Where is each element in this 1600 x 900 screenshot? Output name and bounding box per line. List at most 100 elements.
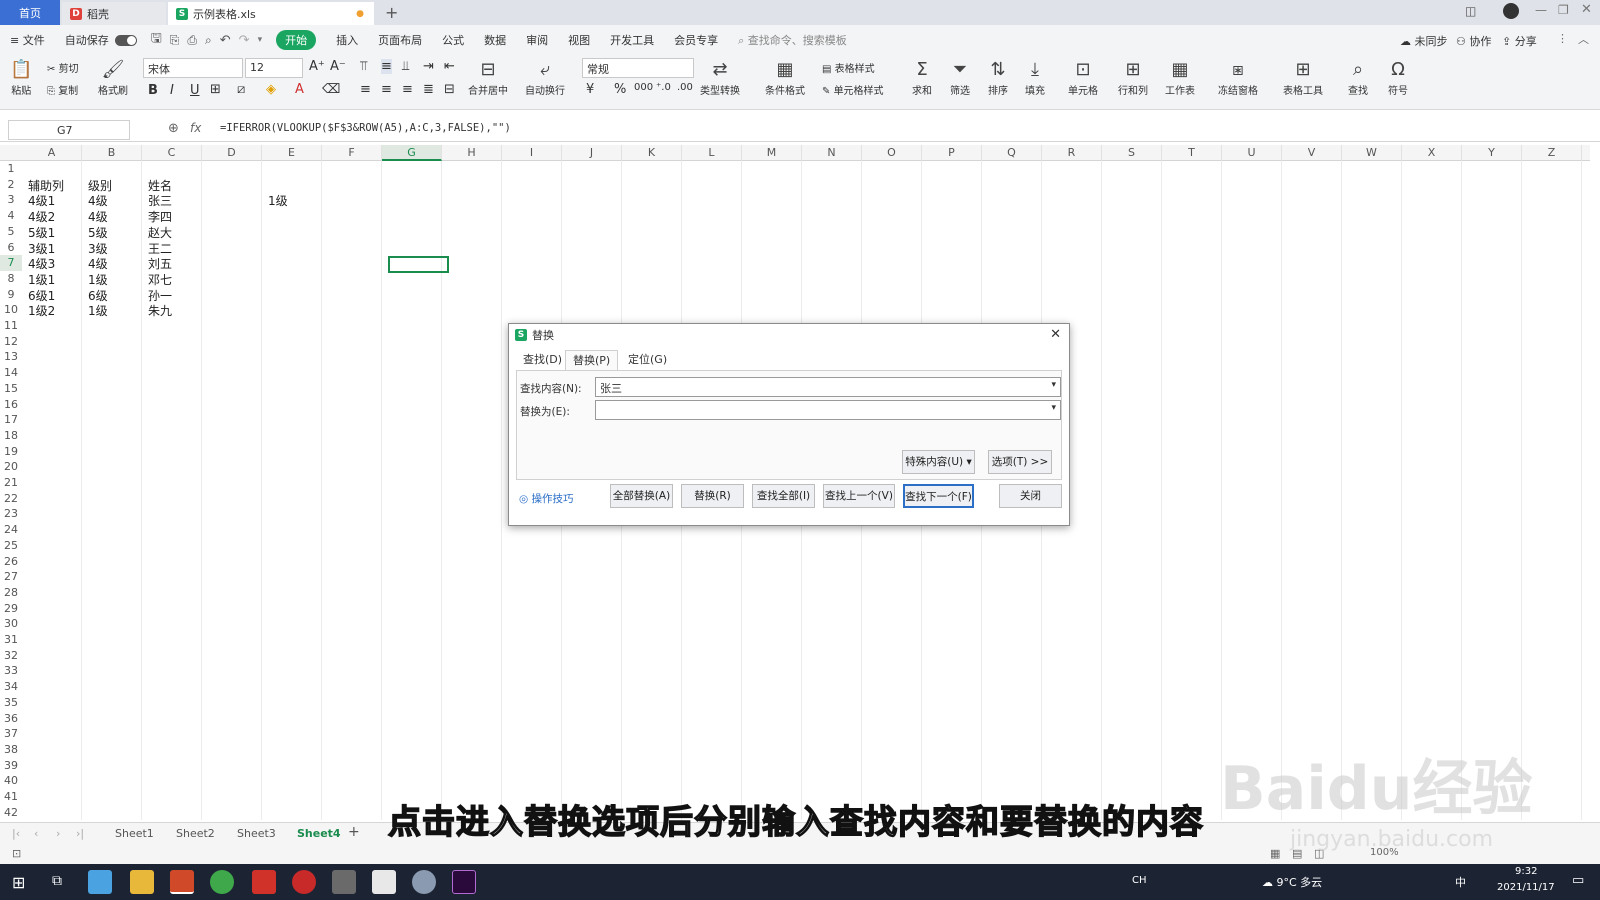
bold-icon[interactable]: B <box>148 83 158 98</box>
app-icon-2[interactable] <box>412 870 436 894</box>
close-window-icon[interactable]: ✕ <box>1581 2 1592 17</box>
row-header[interactable]: 33 <box>0 663 22 679</box>
fill-button[interactable]: ⤓ 填充 <box>1025 58 1045 97</box>
row-header[interactable]: 13 <box>0 349 22 365</box>
freeze-button[interactable]: ⧆ 冻结窗格 <box>1218 58 1258 97</box>
cell[interactable]: 1级2 <box>28 302 55 319</box>
symbol-button[interactable]: Ω 符号 <box>1388 58 1408 97</box>
cell[interactable]: 赵大 <box>148 224 172 241</box>
row-header[interactable]: 31 <box>0 632 22 648</box>
outdent-icon[interactable]: ⇤ <box>444 59 455 74</box>
special-content-button[interactable]: 特殊内容(U) ▾ <box>902 450 975 474</box>
replace-input[interactable]: ▾ <box>595 400 1061 420</box>
autosave-toggle[interactable] <box>114 34 137 46</box>
find-prev-button[interactable]: 查找上一个(V) <box>823 484 895 508</box>
type-convert-button[interactable]: ⇄ 类型转换 <box>700 58 740 97</box>
column-header[interactable]: C <box>142 145 202 161</box>
language-indicator[interactable]: CH <box>1132 875 1147 886</box>
cell[interactable]: 姓名 <box>148 177 172 194</box>
cell[interactable]: 李四 <box>148 208 172 225</box>
cell[interactable]: 朱九 <box>148 302 172 319</box>
wrap-text-button[interactable]: ⤶ 自动换行 <box>525 58 565 97</box>
column-header[interactable]: Q <box>982 145 1042 161</box>
row-col-button[interactable]: ⊞ 行和列 <box>1118 58 1148 97</box>
sheet-tab-4[interactable]: Sheet4 <box>297 827 341 840</box>
row-header[interactable]: 22 <box>0 491 22 507</box>
cell[interactable]: 邓七 <box>148 271 172 288</box>
align-right-icon[interactable]: ≡ <box>402 82 413 97</box>
export-icon[interactable]: ⎘ <box>170 33 180 48</box>
column-header[interactable]: T <box>1162 145 1222 161</box>
cell[interactable]: 刘五 <box>148 255 172 272</box>
close-button[interactable]: 关闭 <box>999 484 1062 508</box>
worksheet-button[interactable]: ▦ 工作表 <box>1165 58 1195 97</box>
decimal-increase-icon[interactable]: ⁺.0 <box>656 82 671 93</box>
file-explorer-icon[interactable] <box>130 870 154 894</box>
font-select[interactable]: 宋体 <box>143 58 243 78</box>
selected-cell-g7[interactable] <box>388 256 449 273</box>
clock-time[interactable]: 9:32 <box>1515 866 1537 877</box>
task-view-icon[interactable]: ⧉ <box>52 873 62 889</box>
currency-icon[interactable]: ¥ <box>586 82 594 97</box>
find-button[interactable]: ⌕ 查找 <box>1348 58 1368 97</box>
cell[interactable]: 1级1 <box>28 271 55 288</box>
row-header[interactable]: 41 <box>0 789 22 805</box>
column-header[interactable]: P <box>922 145 982 161</box>
row-header[interactable]: 24 <box>0 522 22 538</box>
office-icon[interactable] <box>372 870 396 894</box>
cond-format-button[interactable]: ▦ 条件格式 <box>765 58 805 97</box>
fx-button[interactable]: fx <box>190 121 201 135</box>
row-header[interactable]: 23 <box>0 506 22 522</box>
row-header[interactable]: 15 <box>0 381 22 397</box>
avatar[interactable] <box>1503 3 1519 19</box>
row-header[interactable]: 42 <box>0 805 22 820</box>
cell-button[interactable]: ⊡ 单元格 <box>1068 58 1098 97</box>
more-icon[interactable]: ⋮ <box>1557 32 1568 45</box>
font-color-icon[interactable]: A <box>295 82 304 97</box>
row-header[interactable]: 36 <box>0 711 22 727</box>
row-header[interactable]: 29 <box>0 601 22 617</box>
layout-icon[interactable]: ◫ <box>1465 4 1476 18</box>
column-header[interactable]: K <box>622 145 682 161</box>
redo-icon[interactable]: ↷ <box>239 33 250 48</box>
row-header[interactable]: 25 <box>0 538 22 554</box>
column-header[interactable]: H <box>442 145 502 161</box>
column-header[interactable]: U <box>1222 145 1282 161</box>
row-header[interactable]: 35 <box>0 695 22 711</box>
cell[interactable]: 孙一 <box>148 287 172 304</box>
column-header[interactable]: Y <box>1462 145 1522 161</box>
first-sheet-icon[interactable]: |‹ <box>12 827 20 840</box>
row-header[interactable]: 7 <box>0 255 22 271</box>
restore-icon[interactable]: ❐ <box>1558 3 1569 17</box>
menu-review[interactable]: 审阅 <box>526 32 548 48</box>
column-header[interactable]: J <box>562 145 622 161</box>
column-header[interactable]: O <box>862 145 922 161</box>
row-header[interactable]: 6 <box>0 240 22 256</box>
chrome-icon[interactable] <box>210 870 234 894</box>
cell[interactable]: 1级 <box>268 192 288 209</box>
copy-button[interactable]: ⎘ 复制 <box>47 82 78 97</box>
column-header[interactable]: A <box>22 145 82 161</box>
column-header[interactable]: F <box>322 145 382 161</box>
underline-icon[interactable]: U <box>190 83 200 98</box>
sum-button[interactable]: Σ 求和 <box>912 58 932 97</box>
collapse-ribbon-icon[interactable]: ︿ <box>1578 31 1589 47</box>
column-header[interactable]: V <box>1282 145 1342 161</box>
row-header[interactable]: 5 <box>0 224 22 240</box>
column-header[interactable]: R <box>1042 145 1102 161</box>
column-header[interactable]: M <box>742 145 802 161</box>
menu-page-layout[interactable]: 页面布局 <box>378 32 422 48</box>
row-header[interactable]: 17 <box>0 412 22 428</box>
row-header[interactable]: 21 <box>0 475 22 491</box>
tips-link[interactable]: ◎ 操作技巧 <box>519 491 574 506</box>
replace-all-button[interactable]: 全部替换(A) <box>610 484 673 508</box>
eraser-icon[interactable]: ⌫ <box>322 82 340 97</box>
cell[interactable]: 1级 <box>88 302 108 319</box>
sheet-tab-3[interactable]: Sheet3 <box>237 827 276 840</box>
wps-spreadsheet-icon[interactable] <box>170 870 194 894</box>
minimize-icon[interactable]: — <box>1535 3 1547 17</box>
column-header[interactable]: B <box>82 145 142 161</box>
cell[interactable]: 张三 <box>148 192 172 209</box>
row-header[interactable]: 40 <box>0 773 22 789</box>
cell-style-button[interactable]: ✎ 单元格样式 <box>822 82 884 97</box>
